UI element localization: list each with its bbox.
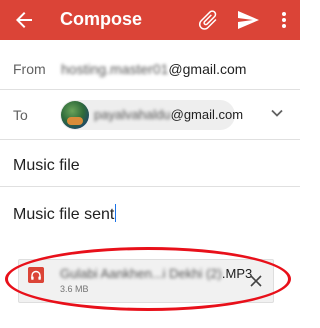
chevron-down-icon[interactable] bbox=[270, 106, 284, 120]
annotation-ellipse bbox=[5, 247, 291, 311]
send-icon[interactable] bbox=[236, 8, 260, 32]
avatar bbox=[61, 101, 89, 129]
recipient-email-suffix: @gmail.com bbox=[170, 107, 244, 122]
more-vert-icon[interactable] bbox=[278, 8, 290, 32]
to-label: To bbox=[13, 107, 28, 123]
divider bbox=[0, 89, 300, 90]
divider bbox=[0, 186, 300, 187]
from-email-suffix: @gmail.com bbox=[168, 61, 247, 77]
from-label: From bbox=[13, 61, 46, 77]
recipient-chip[interactable]: payalvahaldu@gmail.com bbox=[60, 100, 243, 130]
app-bar: Compose bbox=[0, 0, 300, 40]
body-field[interactable]: Music file sent bbox=[13, 204, 117, 224]
arrow-back-icon[interactable] bbox=[12, 8, 36, 32]
from-email-blurred: hosting.master01 bbox=[61, 61, 169, 77]
paperclip-icon[interactable] bbox=[196, 8, 220, 32]
subject-field[interactable]: Music file bbox=[13, 157, 80, 175]
from-email: hosting.master01@gmail.com bbox=[61, 61, 246, 77]
divider bbox=[0, 139, 300, 140]
text-cursor bbox=[115, 204, 117, 222]
recipient-email-blurred: payalvahaldu bbox=[94, 107, 171, 122]
body-text: Music file sent bbox=[13, 206, 115, 223]
recipient-email: payalvahaldu@gmail.com bbox=[94, 107, 243, 122]
page-title: Compose bbox=[60, 9, 143, 29]
